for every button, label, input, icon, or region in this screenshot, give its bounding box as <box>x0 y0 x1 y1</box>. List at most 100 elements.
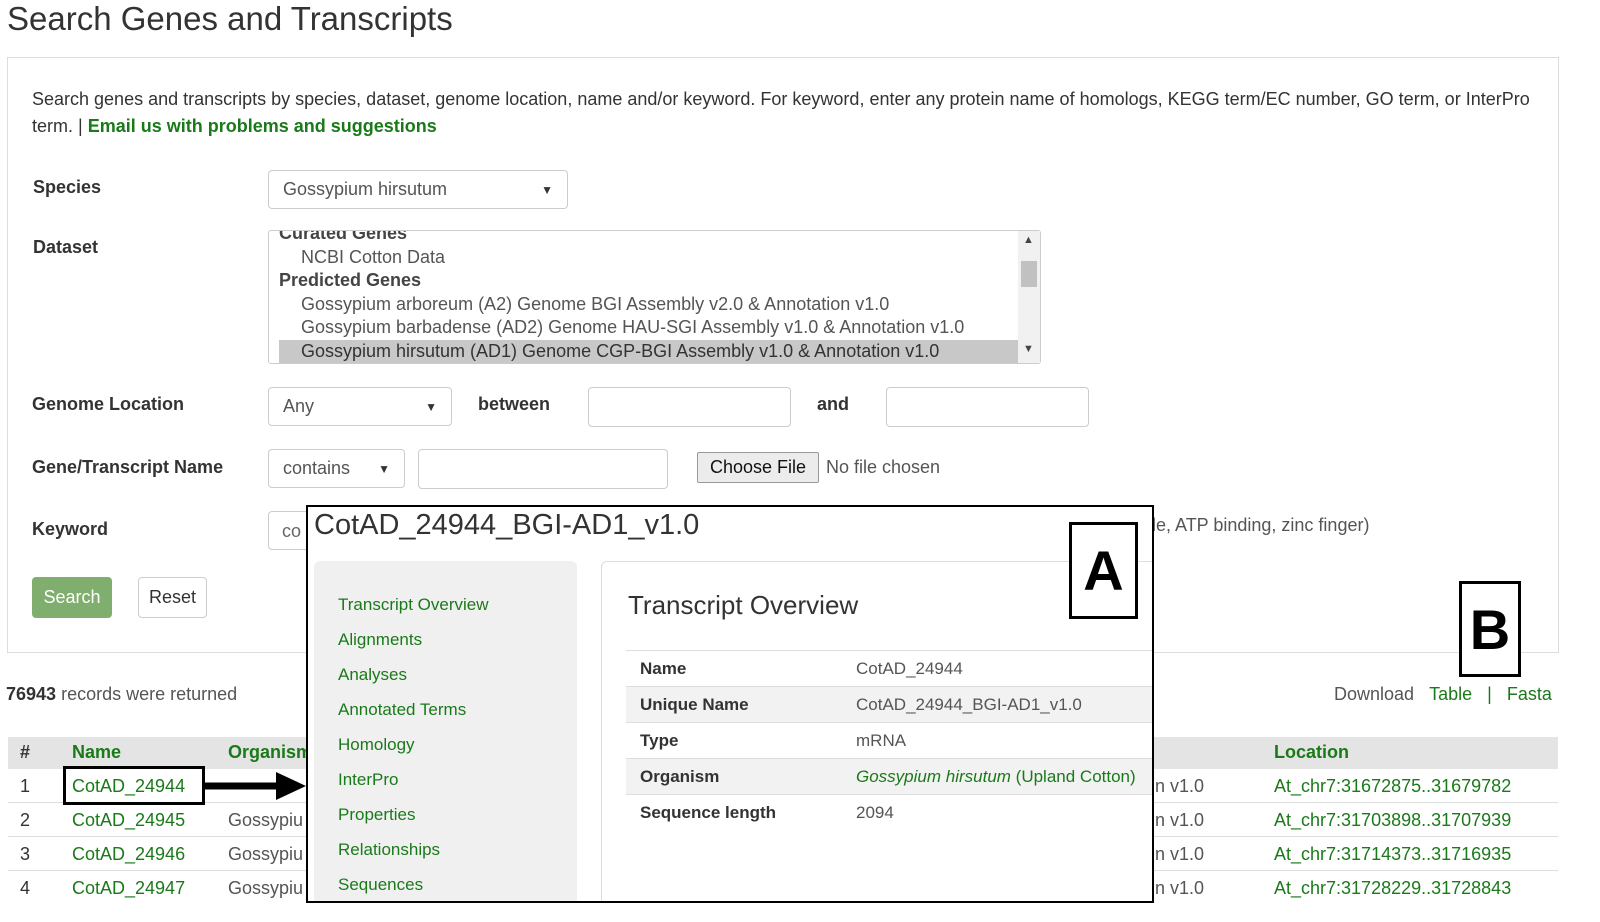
nav-alignments[interactable]: Alignments <box>338 630 422 650</box>
species-label: Species <box>33 177 102 197</box>
field-value: CotAD_24944_BGI-AD1_v1.0 <box>856 695 1082 714</box>
row-num: 4 <box>20 878 31 898</box>
col-header-location[interactable]: Location <box>1274 742 1349 763</box>
callout-b: B <box>1459 581 1521 677</box>
chevron-down-icon: ▼ <box>425 399 437 414</box>
genome-location-select[interactable]: Any ▼ <box>268 387 452 426</box>
location-start-input[interactable] <box>588 387 791 427</box>
gene-name-label: Gene/Transcript Name <box>32 457 224 477</box>
download-fasta-link[interactable]: Fasta <box>1507 684 1552 704</box>
col-header-num: # <box>20 742 31 762</box>
search-button[interactable]: Search <box>32 577 112 618</box>
email-link[interactable]: Email us with problems and suggestions <box>88 116 437 136</box>
row-name-link[interactable]: CotAD_24947 <box>72 878 185 899</box>
field-key: Type <box>640 731 679 750</box>
species-select[interactable]: Gossypium hirsutum ▼ <box>268 170 568 209</box>
transcript-detail-inset: CotAD_24944_BGI-AD1_v1.0 Transcript Over… <box>306 505 1154 903</box>
col-header-name[interactable]: Name <box>72 742 121 763</box>
between-label: between <box>478 394 551 414</box>
download-label: Download <box>1334 684 1415 704</box>
nav-transcript-overview[interactable]: Transcript Overview <box>338 595 489 615</box>
field-value: CotAD_24944 <box>856 659 963 678</box>
genome-location-label: Genome Location <box>32 394 185 414</box>
and-label: and <box>817 394 850 414</box>
overview-row-name: Name CotAD_24944 <box>626 650 1152 686</box>
download-separator: | <box>1487 684 1492 704</box>
dataset-scrollbar[interactable]: ▲ ▼ <box>1018 231 1040 363</box>
row-location-link[interactable]: At_chr7:31672875..31679782 <box>1274 776 1511 797</box>
location-end-input[interactable] <box>886 387 1089 427</box>
no-file-text: No file chosen <box>826 457 941 477</box>
row-organism: Gossypiu <box>228 810 304 830</box>
results-count-text: records were returned <box>61 684 238 704</box>
row-num: 3 <box>20 844 31 864</box>
keyword-hint: le, ATP binding, zinc finger) <box>1152 515 1370 535</box>
field-value: Gossypium hirsutum (Upland Cotton) <box>856 767 1136 787</box>
chevron-down-icon: ▼ <box>541 182 553 197</box>
nav-analyses[interactable]: Analyses <box>338 665 407 685</box>
nav-properties[interactable]: Properties <box>338 805 415 825</box>
transcript-title: CotAD_24944_BGI-AD1_v1.0 <box>314 509 700 541</box>
row-analysis: n v1.0 <box>1155 878 1205 898</box>
row-num: 1 <box>20 776 31 796</box>
organism-link[interactable]: Gossypium hirsutum <box>856 767 1011 786</box>
field-key: Name <box>640 659 687 678</box>
overview-row-length: Sequence length 2094 <box>626 794 1152 830</box>
overview-row-type: Type mRNA <box>626 722 1152 758</box>
row-analysis: n v1.0 <box>1155 844 1205 864</box>
field-value: mRNA <box>856 731 907 750</box>
card-title: Transcript Overview <box>628 590 859 620</box>
nav-homology[interactable]: Homology <box>338 735 415 755</box>
overview-row-unique-name: Unique Name CotAD_24944_BGI-AD1_v1.0 <box>626 686 1152 722</box>
dataset-group-curated: Curated Genes <box>279 230 408 243</box>
scroll-up-icon[interactable]: ▲ <box>1023 234 1034 246</box>
species-selected-value: Gossypium hirsutum <box>283 179 448 199</box>
name-match-select[interactable]: contains ▼ <box>268 449 405 488</box>
arrow-right-icon <box>204 772 306 800</box>
results-count: 76943 <box>6 684 57 704</box>
row-name-link[interactable]: CotAD_24945 <box>72 810 185 831</box>
gene-name-input[interactable] <box>418 449 668 489</box>
dataset-option-ncbi[interactable]: NCBI Cotton Data <box>301 247 445 268</box>
dataset-label: Dataset <box>33 237 99 257</box>
nav-interpro[interactable]: InterPro <box>338 770 398 790</box>
row-name-link[interactable]: CotAD_24946 <box>72 844 185 865</box>
field-key: Unique Name <box>640 695 749 714</box>
nav-sequences[interactable]: Sequences <box>338 875 423 895</box>
organism-common-name[interactable]: (Upland Cotton) <box>1011 767 1136 786</box>
row-location-link[interactable]: At_chr7:31714373..31716935 <box>1274 844 1511 865</box>
callout-a: A <box>1069 522 1138 619</box>
results-summary: 76943 records were returned <box>6 684 237 705</box>
row-analysis: n v1.0 <box>1155 810 1205 830</box>
dataset-option-barbadense[interactable]: Gossypium barbadense (AD2) Genome HAU-SG… <box>301 317 964 338</box>
genome-location-value: Any <box>283 396 315 416</box>
row-organism: Gossypiu <box>228 844 304 864</box>
row-num: 2 <box>20 810 31 830</box>
dataset-group-predicted: Predicted Genes <box>279 270 422 290</box>
reset-button[interactable]: Reset <box>138 577 207 618</box>
dataset-option-hirsutum[interactable]: Gossypium hirsutum (AD1) Genome CGP-BGI … <box>301 341 939 362</box>
dataset-listbox[interactable]: Curated Genes NCBI Cotton Data Predicted… <box>268 230 1041 364</box>
field-value: 2094 <box>856 803 894 822</box>
row-organism: Gossypiu <box>228 878 304 898</box>
row-location-link[interactable]: At_chr7:31703898..31707939 <box>1274 810 1511 831</box>
download-links: Download Table | Fasta <box>1334 684 1552 705</box>
intro-text: Search genes and transcripts by species,… <box>32 86 1552 140</box>
overview-row-organism: Organism Gossypium hirsutum (Upland Cott… <box>626 758 1152 794</box>
row-location-link[interactable]: At_chr7:31728229..31728843 <box>1274 878 1511 899</box>
nav-relationships[interactable]: Relationships <box>338 840 440 860</box>
nav-annotated-terms[interactable]: Annotated Terms <box>338 700 466 720</box>
dataset-option-arboreum[interactable]: Gossypium arboreum (A2) Genome BGI Assem… <box>301 294 889 315</box>
scrollbar-thumb[interactable] <box>1021 261 1037 287</box>
transcript-side-nav: Transcript Overview Alignments Analyses … <box>314 561 577 901</box>
scroll-down-icon[interactable]: ▼ <box>1023 343 1034 355</box>
keyword-label: Keyword <box>32 519 109 539</box>
choose-file-button[interactable]: Choose File <box>697 452 819 483</box>
chevron-down-icon: ▼ <box>378 461 390 476</box>
row-analysis: n v1.0 <box>1155 776 1205 796</box>
field-key: Organism <box>640 767 720 786</box>
page-title: Search Genes and Transcripts <box>7 0 453 37</box>
name-match-value: contains <box>283 458 351 478</box>
download-table-link[interactable]: Table <box>1429 684 1472 704</box>
col-header-organism[interactable]: Organism <box>228 742 312 763</box>
